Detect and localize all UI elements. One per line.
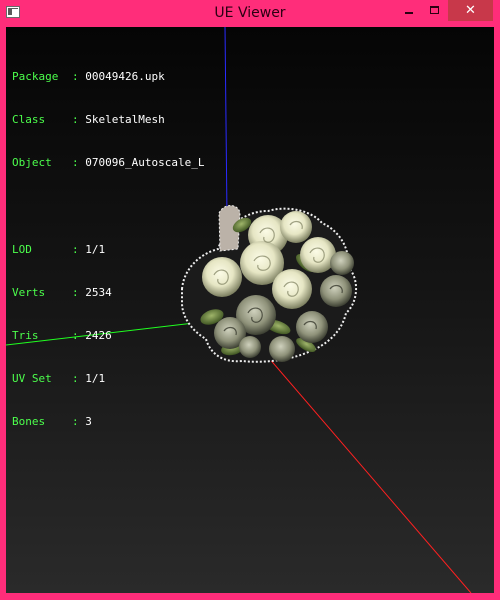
info-class-label: Class [12,113,46,127]
info-package-label: Package [12,69,59,83]
info-bones-label: Bones [12,415,46,429]
info-package-value: 00049426.upk [85,69,165,83]
z-axis [224,27,228,218]
info-uvset-value: 1/1 [85,372,106,386]
info-bones: Bones: 3 [12,415,92,429]
info-bones-value: 3 [85,415,92,429]
info-tris-value: 2426 [85,329,112,343]
minimize-icon [405,12,413,14]
3d-viewport[interactable]: Package: 00049426.upk Class: SkeletalMes… [6,27,494,593]
info-package: Package: 00049426.upk [12,69,165,83]
close-icon: ✕ [465,3,476,18]
info-uvset-label: UV Set [12,372,52,386]
mesh-info-overlay: Package: 00049426.upk Class: SkeletalMes… [12,41,204,459]
info-object: Object: 070096_Autoscale_L [12,156,205,170]
info-tris: Tris: 2426 [12,329,112,343]
info-verts-label: Verts [12,285,46,299]
rose-bouquet-model [181,205,357,363]
close-button[interactable]: ✕ [448,0,493,21]
info-object-label: Object [12,156,52,170]
ue-viewer-window: UE Viewer ✕ Package: 00049426.upk Class… [0,0,500,600]
maximize-icon [430,6,439,14]
info-uvset: UV Set: 1/1 [12,372,106,386]
info-lod: LOD: 1/1 [12,242,106,256]
info-verts-value: 2534 [85,285,112,299]
info-verts: Verts: 2534 [12,285,112,299]
x-axis [267,356,472,593]
minimize-button[interactable] [395,0,422,21]
title-bar[interactable]: UE Viewer ✕ [0,0,500,27]
info-class-value: SkeletalMesh [85,113,165,127]
info-object-value: 070096_Autoscale_L [85,156,205,170]
maximize-button[interactable] [422,0,448,21]
info-tris-label: Tris [12,329,39,343]
info-class: Class: SkeletalMesh [12,113,165,127]
info-lod-value: 1/1 [85,242,106,256]
info-lod-label: LOD [12,242,32,256]
